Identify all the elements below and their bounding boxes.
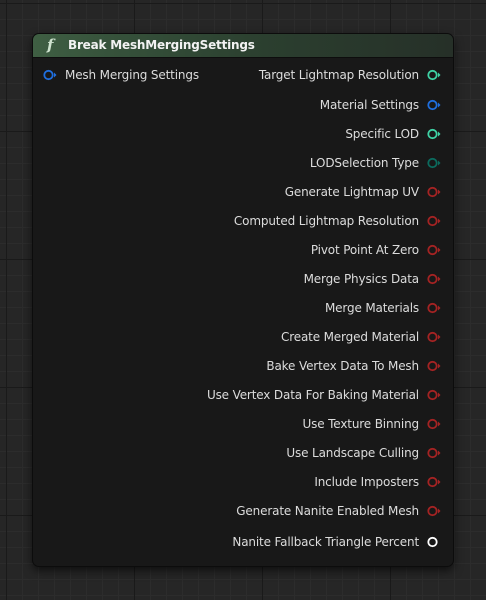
output-pin-generate-lightmap-uv[interactable]: Generate Lightmap UV [285,183,441,201]
output-pin-use-landscape-culling[interactable]: Use Landscape Culling [286,444,441,462]
output-pin-use-vertex-data-for-baking-material[interactable]: Use Vertex Data For Baking Material [207,386,441,404]
node-title: Break MeshMergingSettings [68,38,255,52]
output-pin-target-lightmap-resolution[interactable]: Target Lightmap Resolution [259,66,441,84]
output-pin-lodselection-type[interactable]: LODSelection Type [310,154,441,172]
bool-pin-icon[interactable] [427,418,441,430]
struct-pin-icon[interactable] [427,99,441,111]
output-pin-merge-materials[interactable]: Merge Materials [325,299,441,317]
pin-label: Nanite Fallback Triangle Percent [232,535,419,549]
float-pin-icon[interactable] [427,536,441,548]
pin-label: Merge Materials [324,301,419,315]
pin-label: Generate Nanite Enabled Mesh [236,504,419,518]
byte-pin-icon[interactable] [427,157,441,169]
output-pin-include-imposters[interactable]: Include Imposters [314,473,441,491]
pin-label: Include Imposters [314,475,419,489]
pin-label: Use Texture Binning [302,417,420,431]
bool-pin-icon[interactable] [427,360,441,372]
pin-label: Pivot Point At Zero [310,243,419,257]
bool-pin-icon[interactable] [427,476,441,488]
pin-label: Specific LOD [345,127,419,141]
bool-pin-icon[interactable] [427,302,441,314]
output-pin-merge-physics-data[interactable]: Merge Physics Data [304,270,441,288]
output-pin-use-texture-binning[interactable]: Use Texture Binning [303,415,441,433]
output-pin-nanite-fallback-triangle-percent[interactable]: Nanite Fallback Triangle Percent [232,533,441,551]
pin-label: Mesh Merging Settings [65,68,199,82]
pin-label: Create Merged Material [280,330,419,344]
int-pin-icon[interactable] [427,128,441,140]
int-pin-icon[interactable] [427,69,441,81]
pin-label: Bake Vertex Data To Mesh [266,359,419,373]
output-pin-pivot-point-at-zero[interactable]: Pivot Point At Zero [311,241,441,259]
output-pin-specific-lod[interactable]: Specific LOD [345,125,441,143]
bool-pin-icon[interactable] [427,447,441,459]
bool-pin-icon[interactable] [427,186,441,198]
input-pin-mesh-merging-settings[interactable]: Mesh Merging Settings [43,66,199,84]
pin-label: Generate Lightmap UV [284,185,419,199]
output-pin-generate-nanite-enabled-mesh[interactable]: Generate Nanite Enabled Mesh [236,502,441,520]
pin-label: Use Landscape Culling [286,446,419,460]
struct-pin-icon[interactable] [43,69,57,81]
pin-label: Merge Physics Data [303,272,420,286]
node-header[interactable]: f Break MeshMergingSettings [33,34,453,58]
bool-pin-icon[interactable] [427,505,441,517]
bool-pin-icon[interactable] [427,273,441,285]
bool-pin-icon[interactable] [427,244,441,256]
pin-label: LODSelection Type [309,156,419,170]
pin-label: Material Settings [319,98,419,112]
bool-pin-icon[interactable] [427,331,441,343]
pin-label: Target Lightmap Resolution [258,68,419,82]
function-icon: f [47,36,54,54]
output-pin-create-merged-material[interactable]: Create Merged Material [281,328,441,346]
pin-label: Computed Lightmap Resolution [233,214,419,228]
bool-pin-icon[interactable] [427,389,441,401]
output-pin-computed-lightmap-resolution[interactable]: Computed Lightmap Resolution [234,212,441,230]
output-pin-bake-vertex-data-to-mesh[interactable]: Bake Vertex Data To Mesh [266,357,441,375]
output-pin-material-settings[interactable]: Material Settings [320,96,441,114]
break-mesh-merging-settings-node[interactable]: f Break MeshMergingSettings Mesh Merging… [33,34,453,566]
pin-label: Use Vertex Data For Baking Material [206,388,419,402]
bool-pin-icon[interactable] [427,215,441,227]
